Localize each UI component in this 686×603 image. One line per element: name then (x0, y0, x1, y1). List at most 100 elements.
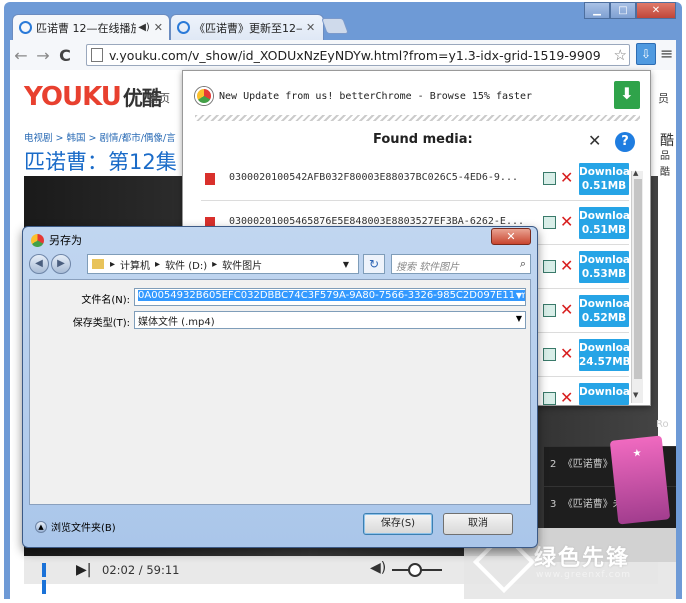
youku-favicon-icon (177, 21, 190, 34)
delete-icon[interactable]: ✕ (560, 344, 573, 363)
promo-badge[interactable]: ★ (609, 435, 671, 525)
breadcrumb[interactable]: 电视剧 > 韩国 > 剧情/都市/偶像/言 (24, 130, 176, 144)
dialog-title: 另存为 (31, 232, 82, 248)
youku-logo[interactable]: YOUKU 优酷 (24, 82, 162, 112)
download-button[interactable]: Download0.51MB (579, 207, 629, 239)
help-icon[interactable]: ? (615, 132, 635, 152)
download-all-icon[interactable]: ⬇ (614, 81, 640, 109)
chrome-menu-icon[interactable]: ≡ (660, 44, 673, 63)
banner-text: New Update from us! betterChrome - Brows… (219, 90, 533, 102)
update-banner[interactable]: New Update from us! betterChrome - Brows… (195, 81, 532, 111)
path-segment[interactable]: 软件 (D:) (165, 257, 207, 272)
back-arrow-icon[interactable]: ← (10, 46, 32, 65)
tab-youku-update[interactable]: 《匹诺曹》更新至12—韩... ✕ (170, 14, 324, 40)
scroll-up-icon[interactable]: ▲ (633, 169, 638, 177)
delete-icon[interactable]: ✕ (560, 300, 573, 319)
filetype-value: 媒体文件 (.mp4) (138, 317, 215, 328)
tab-title: 《匹诺曹》更新至12—韩... (194, 21, 302, 35)
nav-home-link[interactable]: 首页 (148, 90, 170, 106)
media-row: 0300020100542AFB032F80003E88037BC026C5-4… (201, 161, 629, 201)
copy-icon[interactable] (543, 260, 556, 273)
new-tab-button[interactable] (321, 18, 349, 34)
path-breadcrumb[interactable]: ▸ 计算机 ▸ 软件 (D:) ▸ 软件图片 ▼ (87, 254, 359, 274)
delete-icon[interactable]: ✕ (560, 168, 573, 187)
browse-label: 浏览文件夹(B) (51, 523, 116, 534)
forward-arrow-icon[interactable]: → (32, 46, 54, 65)
download-button[interactable]: Download (579, 383, 629, 405)
youku-favicon-icon (19, 21, 32, 34)
cancel-button[interactable]: 取消 (443, 513, 513, 535)
maximize-button[interactable]: □ (610, 2, 636, 19)
download-button[interactable]: Download0.51MB (579, 163, 629, 195)
download-button[interactable]: Download0.53MB (579, 251, 629, 283)
volume-knob[interactable] (408, 563, 422, 577)
path-segment[interactable]: 软件图片 (222, 257, 262, 272)
pause-icon[interactable] (42, 563, 54, 594)
back-icon[interactable]: ◀ (29, 254, 49, 274)
side-text: Ro (656, 419, 669, 430)
chevron-down-icon[interactable]: ▼ (343, 260, 349, 269)
download-button[interactable]: Download24.57MB (579, 339, 629, 371)
dialog-footer: ▲ 浏览文件夹(B) 保存(S) 取消 (29, 507, 531, 543)
bookmark-star-icon[interactable]: ☆ (613, 46, 627, 64)
watermark-url: www.greenxf.com (536, 570, 632, 580)
page-title: 匹诺曹：第12集 (24, 150, 177, 174)
popup-scrollbar[interactable]: ▲ ▼ (631, 169, 643, 403)
media-name: 0300020100542AFB032F80003E88037BC026C5-4… (229, 172, 518, 183)
side-text: 酷品酷 (660, 133, 674, 178)
dialog-body: 文件名(N): 0A0054932B605EFC032DBBC74C3F579A… (29, 279, 531, 505)
filename-field[interactable]: 0A0054932B605EFC032DBBC74C3F579A-9A80-75… (134, 288, 526, 306)
page-icon (91, 48, 103, 62)
path-segment[interactable]: 计算机 (120, 257, 150, 272)
chevron-down-icon[interactable]: ▼ (513, 291, 522, 300)
speaker-icon: ◀) (138, 22, 150, 33)
tab-youku-play[interactable]: 匹诺曹 12—在线播放... ◀) ✕ (12, 14, 170, 40)
tab-close-icon[interactable]: ✕ (154, 21, 163, 34)
media-file-icon (205, 173, 215, 185)
delete-icon[interactable]: ✕ (560, 388, 573, 407)
video-downloader-extension-icon[interactable]: ⇩ (636, 43, 656, 65)
delete-icon[interactable]: ✕ (560, 256, 573, 275)
url-text: v.youku.com/v_show/id_XODUxNzEyNDYw.html… (109, 47, 601, 63)
reload-icon[interactable]: C (54, 46, 76, 65)
next-icon[interactable]: ▶| (76, 562, 91, 578)
search-input[interactable]: 搜索 软件图片 ⌕ (391, 254, 531, 274)
copy-icon[interactable] (543, 304, 556, 317)
copy-icon[interactable] (543, 172, 556, 185)
search-icon[interactable]: ⌕ (520, 257, 526, 271)
chevron-down-icon[interactable]: ▼ (513, 314, 522, 323)
member-link[interactable]: 员 (658, 90, 669, 106)
betterchrome-icon (195, 87, 213, 105)
copy-icon[interactable] (543, 348, 556, 361)
address-bar[interactable]: v.youku.com/v_show/id_XODUxNzEyNDYw.html… (86, 44, 630, 66)
tools-icon[interactable]: ✕ (588, 131, 601, 150)
episode-number: 3 (550, 499, 557, 510)
dialog-close-button[interactable]: ✕ (491, 228, 531, 245)
logo-text: YOUKU (24, 82, 122, 112)
watermark-text: 绿色先锋 (534, 546, 631, 571)
episode-number: 2 (550, 459, 557, 470)
search-placeholder: 搜索 软件图片 (396, 262, 460, 273)
tab-close-icon[interactable]: ✕ (306, 21, 315, 34)
close-window-button[interactable]: ✕ (636, 2, 676, 19)
episode-label: 《匹诺曹》 (562, 459, 613, 470)
time-display: 02:02 / 59:11 (102, 563, 180, 577)
browser-toolbar: ← → C v.youku.com/v_show/id_XODUxNzEyNDY… (10, 40, 676, 70)
browse-folders-toggle[interactable]: ▲ 浏览文件夹(B) (35, 519, 116, 534)
delete-icon[interactable]: ✕ (560, 212, 573, 231)
tab-strip: 匹诺曹 12—在线播放... ◀) ✕ 《匹诺曹》更新至12—韩... ✕ ▁ … (4, 2, 682, 40)
found-media-heading: Found media: (373, 132, 473, 147)
volume-icon[interactable]: ◀) (370, 560, 386, 576)
download-button[interactable]: Download0.52MB (579, 295, 629, 327)
filetype-label: 保存类型(T): (72, 318, 130, 329)
forward-icon[interactable]: ▶ (51, 254, 71, 274)
scroll-thumb[interactable] (634, 179, 642, 379)
save-as-dialog: 另存为 ✕ ◀ ▶ ▸ 计算机 ▸ 软件 (D:) ▸ 软件图片 ▼ ↻ 搜索 软件图… (22, 226, 538, 548)
copy-icon[interactable] (543, 216, 556, 229)
filetype-select[interactable]: 媒体文件 (.mp4) ▼ (134, 311, 526, 329)
copy-icon[interactable] (543, 392, 556, 405)
scroll-down-icon[interactable]: ▼ (633, 391, 638, 399)
minimize-button[interactable]: ▁ (584, 2, 610, 19)
save-button[interactable]: 保存(S) (363, 513, 433, 535)
refresh-icon[interactable]: ↻ (363, 254, 385, 274)
